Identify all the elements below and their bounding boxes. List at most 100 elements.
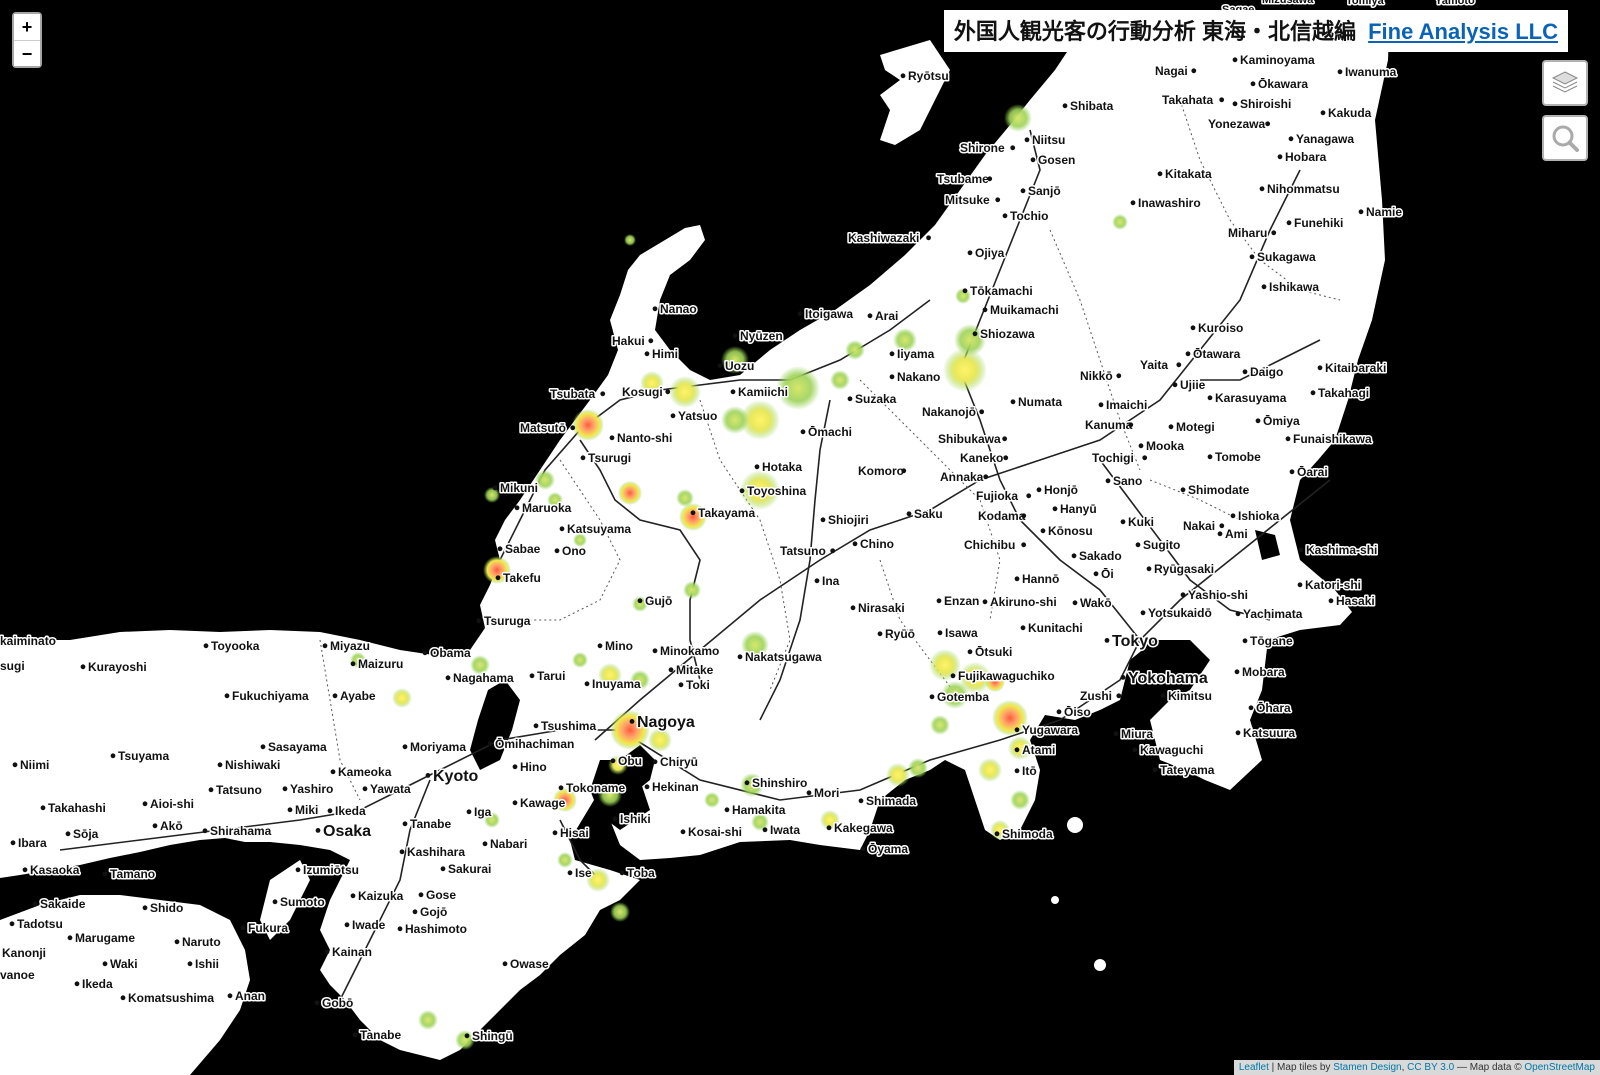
osm-link[interactable]: OpenStreetMap bbox=[1524, 1062, 1595, 1073]
city-dot bbox=[1249, 254, 1255, 260]
city-dot bbox=[1207, 395, 1213, 401]
leaflet-link[interactable]: Leaflet bbox=[1239, 1062, 1269, 1073]
city-label: Mooka bbox=[1146, 439, 1184, 453]
city-marker: Katsuura bbox=[1235, 725, 1297, 742]
city-label: Annaka bbox=[940, 470, 984, 484]
city-dot bbox=[1176, 362, 1182, 368]
city-dot bbox=[858, 798, 864, 804]
city-marker: Yashiro bbox=[282, 781, 335, 798]
city-label: Sumoto bbox=[280, 895, 325, 909]
city-label: Matsutō bbox=[520, 421, 566, 435]
city-dot bbox=[67, 935, 73, 941]
city-label: Owase bbox=[510, 957, 549, 971]
city-dot bbox=[1250, 81, 1256, 87]
city-label: Ryōtsu bbox=[908, 69, 949, 83]
city-dot bbox=[32, 901, 38, 907]
stamen-link[interactable]: Stamen Design bbox=[1333, 1062, 1401, 1073]
city-dot bbox=[314, 1000, 320, 1006]
city-label: Honjō bbox=[1044, 483, 1078, 497]
city-marker: Maruoka bbox=[514, 500, 573, 517]
city-dot bbox=[399, 849, 405, 855]
city-marker: Obama bbox=[422, 645, 473, 662]
city-marker: Ōkawara bbox=[1250, 76, 1310, 93]
ccby-link[interactable]: CC BY 3.0 bbox=[1407, 1062, 1454, 1073]
city-dot bbox=[1138, 443, 1144, 449]
city-label: Namie bbox=[1366, 205, 1402, 219]
city-marker: Miyazu bbox=[322, 638, 372, 655]
city-label: Akiruno-shi bbox=[990, 595, 1057, 609]
city-label: Nikkō bbox=[1080, 369, 1113, 383]
city-dot bbox=[142, 905, 148, 911]
city-dot bbox=[533, 723, 539, 729]
city-label: Yawata bbox=[370, 782, 411, 796]
layers-button[interactable] bbox=[1542, 60, 1588, 106]
city-marker: Imaichi bbox=[1098, 397, 1149, 414]
company-link[interactable]: Fine Analysis LLC bbox=[1368, 19, 1558, 44]
city-label: Funehiki bbox=[1294, 216, 1343, 230]
city-dot bbox=[1219, 97, 1225, 103]
city-dot bbox=[187, 961, 193, 967]
city-marker: Fujikawaguchiko bbox=[950, 668, 1056, 685]
city-marker: Moriyama bbox=[402, 739, 468, 756]
city-marker: Kurayoshi bbox=[80, 659, 148, 676]
city-dot bbox=[203, 643, 209, 649]
city-label: Iwata bbox=[770, 823, 800, 837]
city-label: Inawashiro bbox=[1138, 196, 1201, 210]
city-label: Yokohama bbox=[1128, 670, 1208, 687]
city-dot bbox=[967, 250, 973, 256]
city-dot bbox=[12, 762, 18, 768]
city-marker: Aioi-shi bbox=[142, 796, 196, 813]
city-label: Tadotsu bbox=[17, 917, 63, 931]
city-label: Kyoto bbox=[433, 768, 479, 785]
city-label: Tsurugi bbox=[588, 451, 631, 465]
city-marker: Komoro bbox=[857, 463, 907, 480]
city-label: Hashimoto bbox=[405, 922, 467, 936]
city-dot bbox=[600, 391, 606, 397]
city-label: Tamano bbox=[110, 867, 155, 881]
city-label: Suzaka bbox=[855, 392, 897, 406]
city-label: Sakado bbox=[1079, 549, 1122, 563]
city-dot bbox=[1093, 571, 1099, 577]
city-label: Kanonji bbox=[2, 946, 46, 960]
zoom-in-button[interactable]: + bbox=[14, 14, 40, 40]
city-marker: Kōnosu bbox=[1040, 523, 1094, 540]
city-dot bbox=[800, 429, 806, 435]
zoom-out-button[interactable]: − bbox=[14, 40, 40, 66]
city-dot bbox=[987, 176, 993, 182]
city-label: Iga bbox=[474, 805, 492, 819]
city-label: Maizuru bbox=[358, 657, 403, 671]
city-marker: Shingū bbox=[464, 1028, 514, 1045]
city-marker: Kanonji bbox=[1, 945, 48, 962]
city-label: Gosen bbox=[1038, 153, 1075, 167]
city-marker: Shiroishi bbox=[1232, 96, 1293, 113]
city-dot bbox=[65, 831, 71, 837]
city-dot bbox=[670, 413, 676, 419]
city-marker: Ryūgasaki bbox=[1146, 561, 1216, 578]
city-label: Kosugi bbox=[622, 385, 663, 399]
city-label: Obama bbox=[430, 646, 471, 660]
city-marker: Kanuma bbox=[1084, 417, 1135, 434]
city-marker: Hannō bbox=[1014, 571, 1061, 588]
city-label: Muikamachi bbox=[990, 303, 1059, 317]
city-label: Shiojiri bbox=[828, 513, 869, 527]
city-dot bbox=[362, 786, 368, 792]
city-dot bbox=[1358, 209, 1364, 215]
city-dot bbox=[240, 925, 246, 931]
city-dot bbox=[1337, 69, 1343, 75]
map-canvas[interactable]: Ryōtsu Shibata Niitsu Shirone Gosen Tsubame Sa… bbox=[0, 0, 1600, 1075]
city-marker: Nabari bbox=[482, 836, 529, 853]
city-dot bbox=[418, 892, 424, 898]
city-marker: Ōtawara bbox=[1185, 346, 1242, 363]
city-marker: Katori-shi bbox=[1297, 577, 1363, 594]
city-marker: Kodama bbox=[977, 508, 1028, 525]
city-dot bbox=[665, 389, 671, 395]
city-label: Ishiki bbox=[620, 812, 651, 826]
map-svg[interactable]: Ryōtsu Shibata Niitsu Shirone Gosen Tsubame Sa… bbox=[0, 0, 1600, 1075]
search-button[interactable] bbox=[1542, 115, 1588, 161]
city-marker: Hotaka bbox=[754, 459, 804, 476]
city-marker: Maizuru bbox=[350, 656, 405, 673]
city-label: Kawaguchi bbox=[1140, 743, 1203, 757]
city-label: Hannō bbox=[1022, 572, 1059, 586]
city-dot bbox=[612, 816, 618, 822]
city-marker: Tōgane bbox=[1242, 633, 1294, 650]
